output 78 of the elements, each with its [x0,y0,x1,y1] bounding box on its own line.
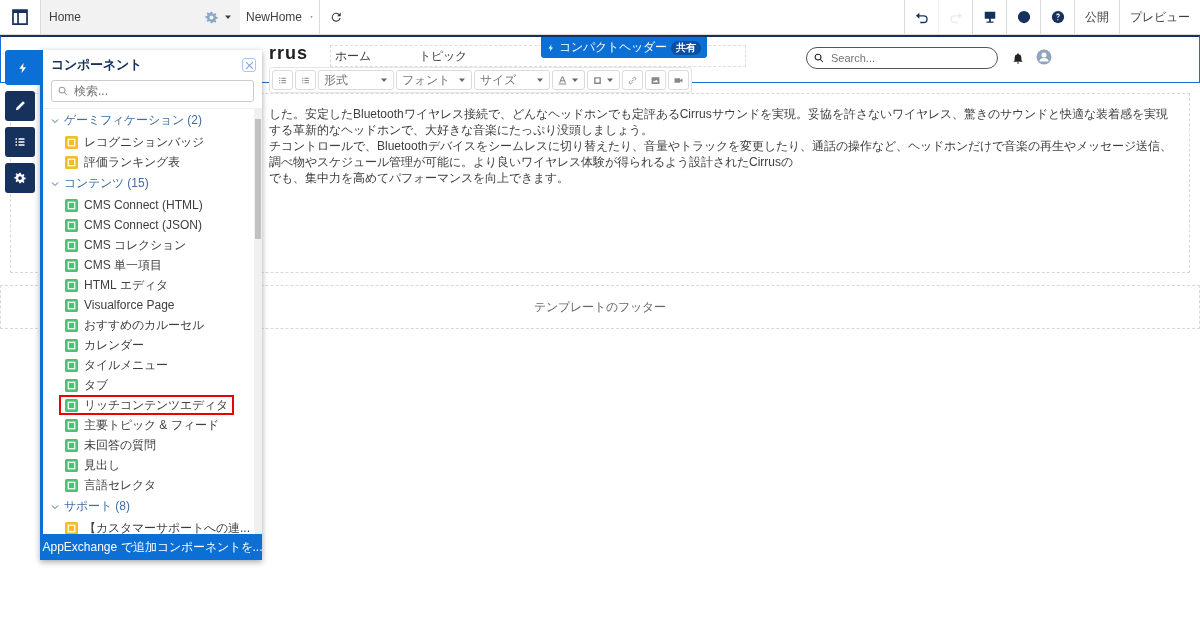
chevron-icon [51,116,59,125]
layout-icon [11,8,29,26]
component-item[interactable]: カレンダー [59,335,209,355]
caret-icon [458,76,466,84]
component-item[interactable]: 未回答の質問 [59,435,209,455]
chevron-icon [51,502,59,511]
list-icon [301,75,310,85]
component-item[interactable]: おすすめのカルーセル [59,315,210,335]
panel-title: コンポーネント [51,56,142,74]
group-header[interactable]: ゲーミフィケーション (2) [43,109,210,132]
text-color-button[interactable] [552,70,585,90]
component-item[interactable]: レコグニションバッジ [59,132,210,152]
highlight-color-button[interactable] [587,70,620,90]
group-header[interactable]: サポート (8) [43,495,138,518]
list-icon [278,75,287,85]
numbered-list-button[interactable] [295,70,316,90]
component-item[interactable]: タブ [59,375,209,395]
sidebar-tab[interactable] [5,91,35,121]
component-item[interactable]: 評価ランキング表 [59,152,209,172]
image-icon [651,75,660,85]
caret-icon [571,76,579,84]
bell-icon [1012,52,1024,64]
desktop-icon [982,10,997,24]
component-item[interactable]: 主要トピック & フィード [59,415,225,435]
video-icon [674,75,683,85]
component-item[interactable]: CMS Connect (JSON) [59,215,209,235]
sidebar-tab[interactable] [5,127,35,157]
component-item[interactable]: タイルメニュー [59,355,209,375]
scrollbar[interactable] [254,109,262,534]
badge-label: コンパクトヘッダー [559,39,667,56]
group-header[interactable]: コンテンツ (15) [43,172,157,195]
component-item[interactable]: CMS 単一項目 [59,255,209,275]
text-color-icon [558,75,567,85]
undo-icon [914,10,929,24]
component-item[interactable]: 見出し [59,455,209,475]
site-logo: rrus [269,43,308,63]
nav-link[interactable]: トピック [419,47,467,65]
body-text: チコントロールで、Bluetoothデバイスをシームレスに切り替えたり、音量やトラックを変更したり、通話の操作など、ヘッドホンだけで音楽の再生やメッセージ送信、調べ物やスケジュール管理が可能に。より良いワイヤレス体験が得られるよう設計されたCirrusの [269,138,1173,170]
format-dropdown[interactable]: 形式 [318,70,394,90]
footer-label: テンプレートのフッター [534,298,666,316]
settings-icon [14,172,26,184]
component-item[interactable]: リッチコンテンツエディタ [59,395,234,415]
sidebar-tab[interactable] [5,163,35,193]
help-icon [1050,10,1065,24]
caret-icon [606,76,614,84]
nav-link[interactable]: ホーム [335,47,371,65]
avatar-icon [1036,49,1052,65]
component-item[interactable]: CMS Connect (HTML) [59,195,209,215]
image-button[interactable] [645,70,666,90]
highlight-icon [593,75,602,85]
appexchange-link[interactable]: AppExchange で追加コンポーネントを... [43,534,262,560]
component-item[interactable]: CMS コレクション [59,235,209,255]
chevron-icon [51,179,59,188]
body-text: でも、集中力を高めてパフォーマンスを向上できます。 [269,170,570,186]
close-icon [244,60,254,70]
caret-icon [536,76,544,84]
lightning-icon [547,43,555,52]
search-field[interactable]: Search... [806,47,998,69]
lightning-icon [16,61,29,74]
link-icon [628,75,637,85]
settings-icon [205,10,218,24]
component-item[interactable]: 【カスタマーサポートへの連... [59,518,256,534]
close-button[interactable] [242,58,256,72]
page-selector[interactable]: Home [40,0,240,34]
component-item[interactable]: Visualforce Page [59,295,209,315]
format-dropdown[interactable]: フォント [396,70,472,90]
body-text: した。安定したBluetoothワイヤレス接続で、どんなヘッドホンでも定評あるCirrusサウンドを実現。妥協を許さないワイヤレス、驚きのサウンドと快適な装着感を実現する革新的なヘッドホンで、大好きな音楽にたっぷり没頭しましょう。 [269,106,1169,138]
refresh-icon [331,11,343,23]
caret-icon [380,76,388,84]
list-icon [14,136,26,148]
component-item[interactable]: HTML エディタ [59,275,209,295]
component-item[interactable]: 言語セレクタ [59,475,209,495]
format-dropdown[interactable]: サイズ [474,70,550,90]
shared-tag: 共有 [671,40,701,55]
video-button[interactable] [668,70,689,90]
bullet-list-button[interactable] [272,70,293,90]
caret-icon [224,13,232,21]
pen-icon [14,100,26,112]
